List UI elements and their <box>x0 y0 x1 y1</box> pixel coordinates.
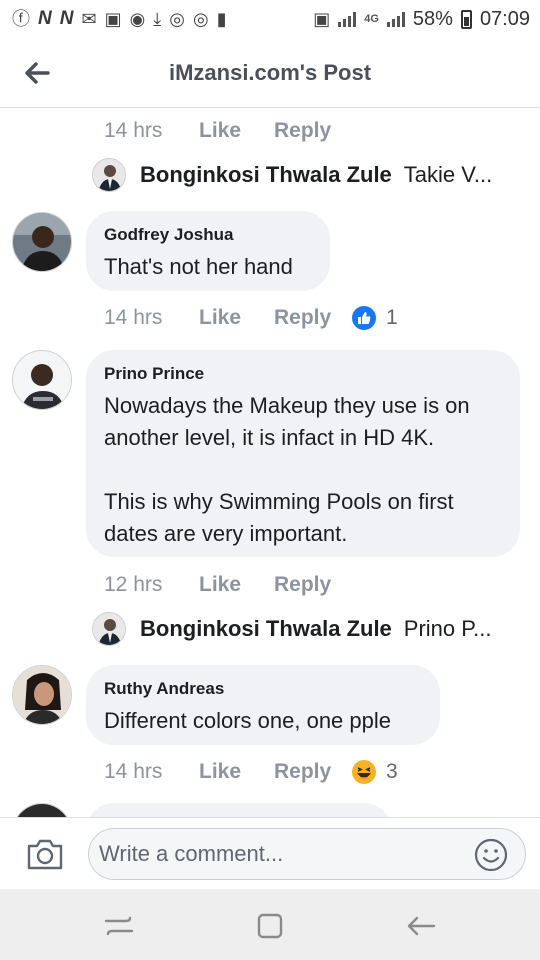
comment-bubble: Ruthy Andreas Different colors one, one … <box>86 665 440 745</box>
header: iMzansi.com's Post <box>0 38 540 108</box>
comment-bubble: Godfrey Joshua That's not her hand <box>86 211 330 291</box>
camera-icon <box>27 839 63 870</box>
recent-apps-button[interactable] <box>102 909 136 943</box>
gallery-notification-icon: ▣ <box>104 9 122 29</box>
home-button[interactable] <box>253 909 287 943</box>
avatar[interactable] <box>12 665 72 725</box>
comment-meta: 14 hrs Like Reply 3 <box>104 760 398 784</box>
download-notification-icon: ⤓ <box>153 9 162 29</box>
reply-button[interactable]: Reply <box>274 573 352 597</box>
avatar <box>92 158 126 192</box>
avatar-image-icon <box>93 613 125 645</box>
facebook-notification-icon: ⓕ <box>12 9 30 29</box>
camera-button[interactable] <box>26 837 64 871</box>
reply-author[interactable]: Bonginkosi Thwala Zule <box>140 616 392 642</box>
status-bar: ⓕ N N ✉ ▣ ◉ ⤓ ◎ ◎ ▮ ▣ 4G 58% 07:09 <box>0 0 540 38</box>
smiley-icon <box>474 838 508 872</box>
page-title: iMzansi.com's Post <box>168 59 372 85</box>
like-button[interactable]: Like <box>199 306 274 330</box>
reaction-count: 3 <box>386 760 398 783</box>
comment-meta: 12 hrs Like Reply <box>104 573 352 597</box>
reply-snippet: Prino P... <box>403 616 492 641</box>
comment-author[interactable]: Ruthy Andreas <box>104 679 422 699</box>
avatar-image-icon <box>13 666 71 724</box>
like-reaction-icon <box>352 306 376 330</box>
sd-card-notification-icon: ▮ <box>216 9 227 29</box>
like-button[interactable]: Like <box>199 119 274 143</box>
sync-notification-icon-2: ◎ <box>192 9 209 29</box>
battery-percent: 58% <box>412 7 453 30</box>
wifi-notification-icon: ◉ <box>129 9 146 29</box>
avatar-image-icon <box>13 804 71 817</box>
avatar[interactable] <box>12 350 72 410</box>
comment-text: Different colors one, one pple <box>104 708 391 733</box>
like-button[interactable]: Like <box>199 760 274 784</box>
reply-snippet: Takie V... <box>403 162 493 187</box>
back-nav-button[interactable] <box>404 909 438 943</box>
comment-time: 14 hrs <box>104 119 163 142</box>
recent-apps-icon <box>104 916 134 936</box>
avatar[interactable] <box>12 212 72 272</box>
battery-icon <box>460 9 472 29</box>
comment-composer <box>0 817 540 889</box>
comment-time: 12 hrs <box>104 573 163 596</box>
back-button[interactable] <box>20 56 54 90</box>
sim-icon: ▣ <box>313 9 331 29</box>
comment-author[interactable]: Godfrey Joshua <box>104 225 312 245</box>
reply-preview[interactable]: Bonginkosi Thwala Zule Takie V... <box>92 158 512 192</box>
reaction-count: 1 <box>386 306 398 329</box>
reply-preview[interactable]: Bonginkosi Thwala Zule Prino P... <box>92 612 512 646</box>
haha-reaction-icon <box>352 760 376 784</box>
status-bar-notifications: ⓕ N N ✉ ▣ ◉ ⤓ ◎ ◎ ▮ <box>12 8 227 30</box>
reply-author[interactable]: Bonginkosi Thwala Zule <box>140 162 392 188</box>
like-button[interactable]: Like <box>199 573 274 597</box>
comment-bubble: Prino Prince Nowadays the Makeup they us… <box>86 350 520 557</box>
back-arrow-icon <box>25 62 50 84</box>
comment-bubble <box>86 803 392 817</box>
reply-button[interactable]: Reply <box>274 306 352 330</box>
back-icon <box>407 916 436 936</box>
comment-time: 14 hrs <box>104 306 163 329</box>
reactions[interactable]: 1 <box>352 306 398 330</box>
avatar-image-icon <box>13 351 71 409</box>
comments-feed[interactable]: 14 hrs Like Reply Bonginkosi Thwala Zule… <box>0 109 540 817</box>
emoji-button[interactable] <box>474 838 508 872</box>
comment-text: Nowadays the Makeup they use is on anoth… <box>104 393 470 546</box>
status-bar-system: ▣ 4G 58% 07:09 <box>313 8 530 31</box>
news-notification-icon: N <box>38 8 52 29</box>
news-notification-icon-2: N <box>59 8 74 29</box>
mail-notification-icon: ✉ <box>81 9 97 29</box>
avatar-image-icon <box>93 159 125 191</box>
network-type: 4G <box>364 13 379 25</box>
sync-notification-icon: ◎ <box>169 9 185 29</box>
comment-text: That's not her hand <box>104 254 293 279</box>
comment-time: 14 hrs <box>104 760 163 783</box>
comment-meta: 14 hrs Like Reply 1 <box>104 306 398 330</box>
reply-button[interactable]: Reply <box>274 760 352 784</box>
comment-meta: 14 hrs Like Reply <box>104 119 352 143</box>
signal-icon-2 <box>386 11 405 27</box>
avatar-image-icon <box>13 213 71 271</box>
home-icon <box>257 913 283 939</box>
clock: 07:09 <box>479 7 530 30</box>
avatar[interactable] <box>12 803 72 817</box>
signal-icon <box>338 11 357 27</box>
avatar <box>92 612 126 646</box>
comment-input[interactable] <box>88 828 526 880</box>
system-nav-bar <box>0 889 540 960</box>
reactions[interactable]: 3 <box>352 760 398 784</box>
reply-button[interactable]: Reply <box>274 119 352 143</box>
comment-author[interactable]: Prino Prince <box>104 364 502 384</box>
